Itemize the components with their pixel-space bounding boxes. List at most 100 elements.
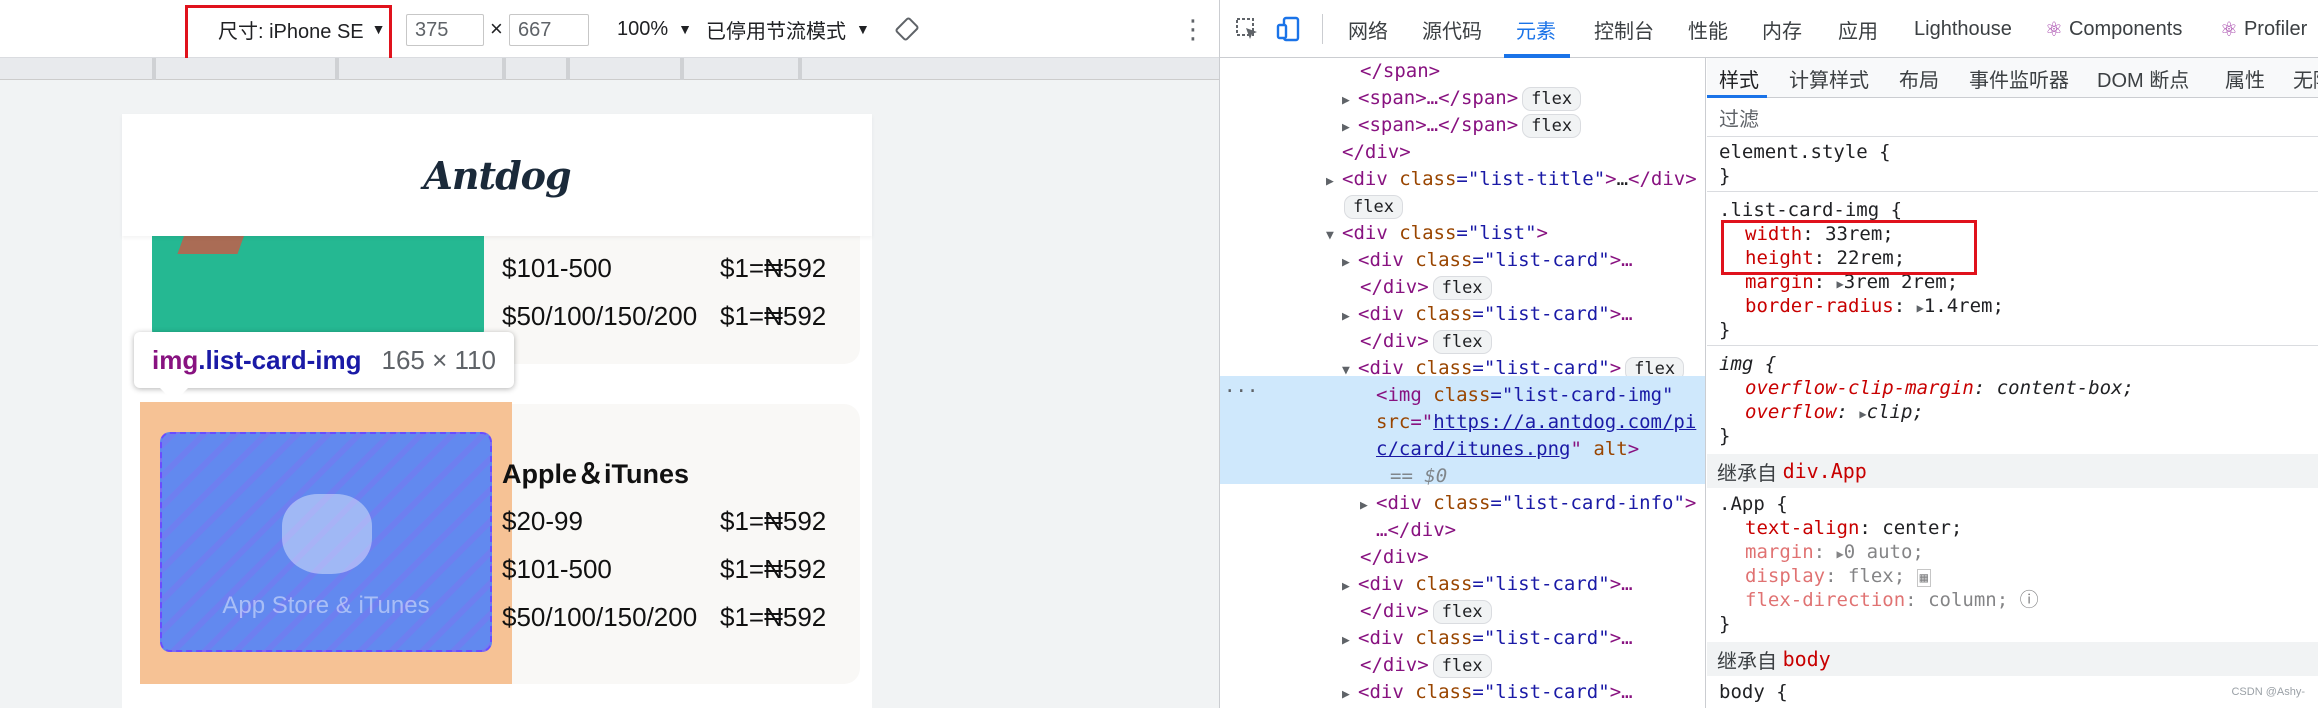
tab-components[interactable]: ⚛ Components <box>2045 0 2182 58</box>
css-prop-border-radius[interactable]: border-radius: ▶1.4rem; <box>1745 294 2004 318</box>
collapse-triangle-icon[interactable]: ▼ <box>1326 222 1342 249</box>
expand-triangle-icon[interactable]: ▶ <box>1326 168 1342 195</box>
css-prop-display-inherited[interactable]: display: flex; ▦ <box>1745 564 1932 588</box>
rotate-icon[interactable] <box>895 0 919 58</box>
dom-line[interactable]: …</div> <box>1376 517 1456 544</box>
zoom-label: 100% <box>617 17 669 40</box>
dom-line[interactable]: ▶ <div class="list-card">… <box>1342 625 1633 652</box>
dom-line[interactable]: </div> flex <box>1360 328 1492 355</box>
node-dots[interactable]: ··· <box>1224 378 1258 405</box>
dom-line[interactable]: </span> <box>1360 58 1440 85</box>
dom-line[interactable]: ▶ <div class="list-title">…</div> <box>1326 166 1697 193</box>
tab-elements[interactable]: 元素 <box>1516 0 1556 58</box>
dom-line-selected[interactable]: c/card/itunes.png" alt> <box>1376 436 1639 463</box>
expand-triangle-icon[interactable]: ▶ <box>1342 249 1358 276</box>
antdog-logo[interactable]: Antdog <box>423 153 571 198</box>
width-input[interactable]: 375 <box>406 14 484 46</box>
tooltip-class: .list-card-img <box>198 344 362 375</box>
tab-memory[interactable]: 内存 <box>1762 0 1802 58</box>
dom-line[interactable]: </div> flex <box>1360 598 1492 625</box>
dom-line[interactable]: </div> flex <box>1360 652 1492 679</box>
dom-line[interactable]: </div> <box>1342 139 1411 166</box>
dom-line[interactable]: </div> <box>1360 544 1429 571</box>
img-src-link[interactable]: c/card/itunes.png <box>1376 438 1570 460</box>
tooltip-size: 165 × 110 <box>381 344 496 375</box>
tab-performance[interactable]: 性能 <box>1688 0 1728 58</box>
styles-pane: 样式 计算样式 布局 事件监听器 DOM 断点 属性 无障 过滤 element… <box>1707 58 2318 708</box>
css-prop-margin-inherited[interactable]: margin: ▶0 auto; <box>1745 540 1924 564</box>
throttle-select[interactable]: 已停用节流模式 ▼ <box>706 0 870 58</box>
rate-range: $101-500 <box>502 253 612 283</box>
inherited-link[interactable]: div.App <box>1783 459 1867 483</box>
tab-network[interactable]: 网络 <box>1348 0 1388 58</box>
flex-badge[interactable]: flex <box>1432 654 1492 678</box>
dom-line[interactable]: ▶ <div class="list-card">… <box>1342 247 1633 274</box>
dom-line[interactable]: ▶ <span>…</span> flex <box>1342 112 1582 141</box>
expand-triangle-icon[interactable]: ▶ <box>1342 87 1358 114</box>
dom-line[interactable]: ▶ <div class="list-card">… <box>1342 301 1633 328</box>
expand-triangle-icon[interactable]: ▶ <box>1342 573 1358 600</box>
dom-line[interactable]: ▶ <div class="list-card">… <box>1342 571 1633 598</box>
tab-accessibility[interactable]: 无障 <box>2293 58 2318 98</box>
tab-dom-breakpoints[interactable]: DOM 断点 <box>2097 58 2189 98</box>
expand-triangle-icon[interactable]: ▶ <box>1342 627 1358 654</box>
tooltip-tag: img <box>152 344 199 375</box>
flex-badge[interactable]: flex <box>1344 195 1403 219</box>
devtools-tabbar: 网络 源代码 元素 控制台 性能 内存 应用 Lighthouse ⚛ Compo… <box>1220 0 2318 58</box>
rule-close: } <box>1719 165 1731 187</box>
expand-triangle-icon[interactable]: ▶ <box>1342 303 1358 330</box>
more-vertical-icon[interactable]: ⋮ <box>1180 0 1206 58</box>
dom-line-selected[interactable]: <img class="list-card-img" <box>1376 382 1673 409</box>
css-prop-text-align[interactable]: text-align: center; <box>1745 516 1962 540</box>
element-style-selector: element.style { <box>1719 141 1891 163</box>
react-icon: ⚛ <box>2220 18 2238 41</box>
css-prop-overflow[interactable]: overflow: ▶clip; <box>1745 400 1924 424</box>
info-icon[interactable]: ⓘ <box>2020 589 2039 611</box>
tab-computed[interactable]: 计算样式 <box>1789 58 1869 98</box>
dom-line[interactable]: ▼ <div class="list"> <box>1326 220 1548 247</box>
tab-layout[interactable]: 布局 <box>1899 58 1939 98</box>
flexbox-editor-icon[interactable]: ▦ <box>1916 569 1932 587</box>
body-selector: body { <box>1719 681 1788 703</box>
rule-close: } <box>1719 425 1731 447</box>
flex-badge[interactable]: flex <box>1432 600 1492 624</box>
styles-filter-input[interactable]: 过滤 <box>1707 99 2318 137</box>
expand-triangle-icon[interactable]: ▶ <box>1360 492 1376 519</box>
dom-line[interactable]: ▶ <div class="list-card">… <box>1342 679 1633 706</box>
flex-badge[interactable]: flex <box>1432 330 1492 354</box>
css-prop-flex-direction-inherited[interactable]: flex-direction: column; ⓘ <box>1745 588 2039 612</box>
flex-badge[interactable]: flex <box>1522 114 1582 138</box>
tab-application[interactable]: 应用 <box>1838 0 1878 58</box>
dom-line[interactable]: ▶ <div class="list-card-info"> <box>1360 490 1696 517</box>
height-input[interactable]: 667 <box>509 14 589 46</box>
rate-value: $1=₦592 <box>720 253 827 283</box>
inherited-link[interactable]: body <box>1783 647 1831 671</box>
rate-value: $1=₦592 <box>720 602 827 632</box>
expand-triangle-icon[interactable]: ▶ <box>1342 681 1358 708</box>
tab-event-listeners[interactable]: 事件监听器 <box>1969 58 2069 98</box>
tab-console[interactable]: 控制台 <box>1594 0 1654 58</box>
inspect-element-icon[interactable] <box>1234 0 1260 58</box>
expand-triangle-icon[interactable]: ▶ <box>1342 114 1358 141</box>
dom-line[interactable]: </div> flex <box>1360 274 1492 301</box>
tab-sources[interactable]: 源代码 <box>1422 0 1482 58</box>
times-sign: × <box>490 16 503 41</box>
list-card[interactable]: App Store & iTunes Apple＆iTunes $20-99 $… <box>140 402 860 684</box>
rate-range: $20-99 <box>502 506 583 536</box>
dom-line[interactable]: ▶ <span>…</span> flex <box>1342 85 1582 114</box>
img-src-link[interactable]: https://a.antdog.com/pi <box>1433 411 1696 433</box>
flex-badge[interactable]: flex <box>1522 87 1582 111</box>
dom-line-selected[interactable]: src="https://a.antdog.com/pi <box>1376 409 1696 436</box>
watermark: CSDN @Ashy- <box>2231 686 2305 698</box>
css-prop-overflow-clip-margin[interactable]: overflow-clip-margin: content-box; <box>1745 376 2134 400</box>
tab-profiler[interactable]: ⚛ Profiler <box>2220 0 2307 58</box>
dom-line[interactable]: flex <box>1344 193 1403 220</box>
tab-lighthouse[interactable]: Lighthouse <box>1914 0 2012 58</box>
tab-properties[interactable]: 属性 <box>2225 58 2265 98</box>
rate-range: $50/100/150/200 <box>502 602 698 632</box>
tab-styles[interactable]: 样式 <box>1719 58 1759 98</box>
zoom-select[interactable]: 100% ▼ <box>617 0 692 58</box>
device-toggle-icon[interactable] <box>1276 0 1302 58</box>
highlight-box-css <box>1721 220 1977 275</box>
flex-badge[interactable]: flex <box>1432 276 1492 300</box>
